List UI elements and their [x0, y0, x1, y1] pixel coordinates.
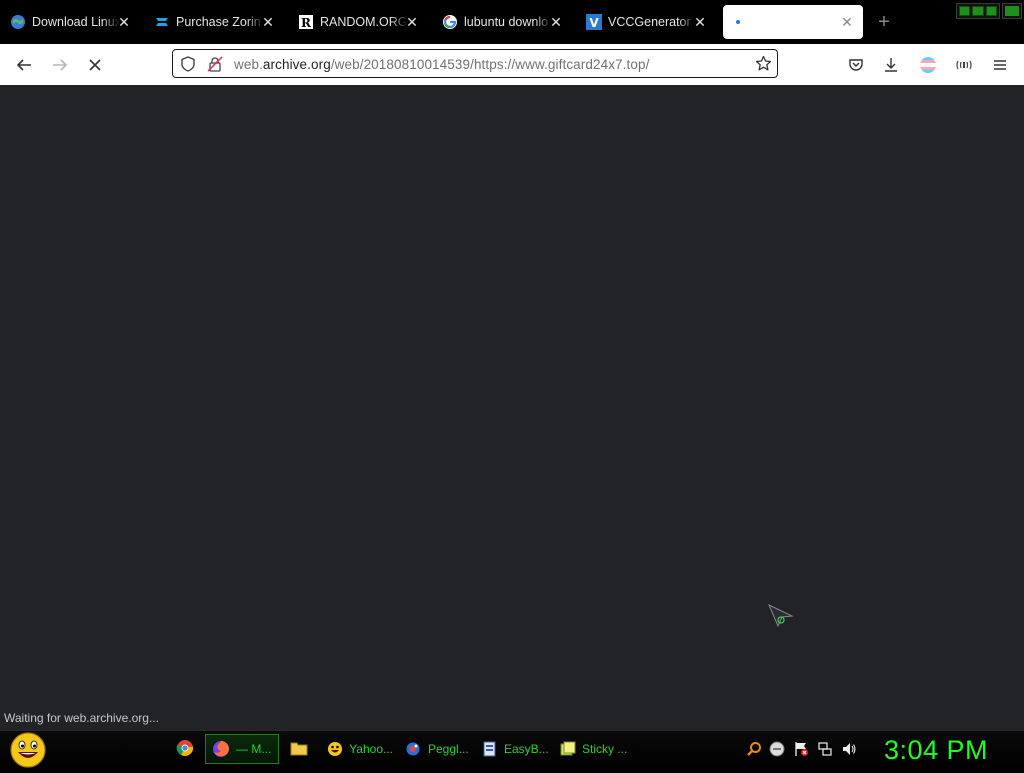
back-arrow-icon	[16, 59, 31, 71]
app-menu-button[interactable]	[987, 52, 1013, 78]
google-icon	[442, 14, 458, 30]
forward-button[interactable]	[47, 52, 73, 78]
bookmark-star-icon[interactable]	[755, 55, 772, 77]
status-bar-text: Waiting for web.archive.org...	[0, 707, 262, 729]
url-path: /web/20180810014539/https://www.giftcard…	[330, 57, 650, 72]
network-tray-icon[interactable]	[817, 741, 833, 757]
speaker-icon	[843, 743, 856, 755]
start-button[interactable]	[9, 732, 47, 768]
flag-alert-icon	[795, 742, 808, 756]
new-tab-button[interactable]: +	[874, 12, 894, 32]
messenger-tray-icon[interactable]	[769, 741, 785, 757]
tab-lubuntu-download[interactable]: lubuntu downlo ✕	[432, 5, 572, 39]
tab-random-org[interactable]: R RANDOM.ORG ✕	[288, 5, 428, 39]
taskbar-item-easyb[interactable]: EasyB...	[475, 734, 549, 764]
downloads-button[interactable]	[878, 52, 904, 78]
account-avatar-button[interactable]	[915, 52, 941, 78]
file-manager-launcher[interactable]	[288, 737, 310, 759]
tab-active-loading[interactable]: ✕	[723, 5, 863, 39]
search-tray-button[interactable]	[746, 741, 762, 757]
stop-x-icon	[89, 59, 101, 71]
easyb-icon	[482, 740, 498, 758]
taskbar-item-firefox[interactable]: — M...	[205, 734, 279, 764]
stop-loading-button[interactable]	[82, 52, 108, 78]
sticky-notes-icon	[560, 740, 576, 758]
tab-close-icon[interactable]: ✕	[404, 14, 420, 30]
tab-close-icon[interactable]: ✕	[260, 14, 276, 30]
pocket-button[interactable]	[843, 52, 869, 78]
globe-icon	[10, 14, 26, 30]
chrome-launcher[interactable]	[174, 737, 196, 759]
hamburger-menu-icon	[994, 60, 1006, 70]
tab-close-icon[interactable]: ✕	[692, 14, 708, 30]
tab-close-icon[interactable]: ✕	[839, 14, 855, 30]
loading-dot-icon	[733, 14, 749, 30]
taskbar-item-label: Yahoo...	[349, 742, 393, 756]
tracking-shield-icon[interactable]	[180, 56, 196, 77]
address-bar[interactable]: web.archive.org/web/20180810014539/https…	[172, 49, 778, 78]
taskbar: — M... Yahoo... Peggl... EasyB... Sticky…	[0, 730, 1024, 769]
tab-strip: Download Linux ✕ Purchase Zorin ✕ R RAND…	[0, 0, 1024, 44]
forward-arrow-icon	[53, 59, 68, 71]
url-domain: archive.org	[262, 57, 331, 72]
tab-purchase-zorin[interactable]: Purchase Zorin ✕	[144, 5, 284, 39]
svg-text:R: R	[301, 16, 312, 30]
vcc-icon: V	[586, 14, 602, 30]
chrome-icon	[176, 740, 194, 756]
peggle-icon	[404, 740, 422, 758]
action-center-tray-icon[interactable]	[793, 741, 809, 757]
tab-title: Purchase Zorin	[176, 15, 261, 29]
url-text[interactable]: web.archive.org/web/20180810014539/https…	[234, 57, 649, 72]
tab-title: RANDOM.ORG	[320, 15, 408, 29]
firefox-icon	[212, 740, 230, 758]
page-content-area	[0, 85, 1024, 730]
volume-tray-icon[interactable]	[841, 741, 857, 757]
tab-title: Download Linux	[32, 15, 120, 29]
url-prefix: web.	[234, 57, 263, 72]
pocket-icon	[849, 59, 863, 71]
download-icon	[885, 58, 897, 72]
smiley-start-icon	[10, 732, 46, 768]
navigation-bar: web.archive.org/web/20180810014539/https…	[0, 44, 1024, 86]
window-indicator	[956, 3, 1000, 19]
taskbar-item-peggle[interactable]: Peggl...	[397, 734, 471, 764]
tab-download-linux[interactable]: Download Linux ✕	[0, 5, 140, 39]
mouse-cursor-icon	[768, 603, 794, 633]
taskbar-item-label: EasyB...	[504, 742, 549, 756]
flag-avatar-icon	[920, 57, 936, 73]
network-icon	[818, 742, 832, 756]
status-circle-icon	[769, 741, 785, 757]
zorin-icon	[154, 14, 170, 30]
tab-close-icon[interactable]: ✕	[116, 14, 132, 30]
tab-close-icon[interactable]: ✕	[548, 14, 564, 30]
svg-text:V: V	[589, 16, 599, 30]
extension-button[interactable]	[951, 52, 977, 78]
yahoo-smiley-icon	[327, 740, 343, 758]
folder-icon	[290, 742, 308, 756]
taskbar-item-label: — M...	[236, 742, 272, 756]
taskbar-clock[interactable]: 3:04 PM	[884, 735, 988, 766]
extension-wave-icon	[956, 60, 972, 70]
taskbar-item-sticky-notes[interactable]: Sticky ...	[553, 734, 627, 764]
window-indicator-small	[1002, 3, 1022, 19]
taskbar-item-label: Peggl...	[428, 742, 469, 756]
tab-vccgenerator[interactable]: V VCCGenerator - ✕	[576, 5, 716, 39]
taskbar-item-label: Sticky ...	[582, 742, 628, 756]
tab-title: lubuntu downlo	[464, 15, 549, 29]
search-icon	[747, 742, 761, 756]
random-org-icon: R	[298, 14, 314, 30]
tab-title: VCCGenerator -	[608, 15, 696, 29]
back-button[interactable]	[11, 52, 37, 78]
taskbar-item-yahoo[interactable]: Yahoo...	[320, 734, 394, 764]
insecure-lock-icon[interactable]	[207, 56, 223, 77]
